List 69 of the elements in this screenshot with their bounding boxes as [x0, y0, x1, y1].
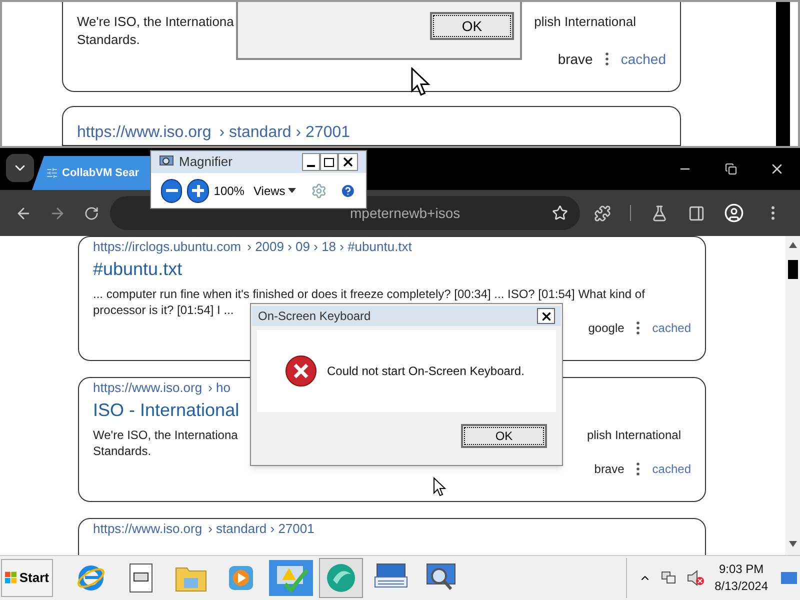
- more-options-icon[interactable]: [636, 462, 640, 476]
- close-icon: [540, 310, 552, 322]
- result-snippet: Standards.: [77, 31, 140, 49]
- result-source: google: [588, 320, 624, 336]
- result-breadcrumb: › 2009 › 09 › 18 › #ubuntu.txt: [247, 239, 412, 255]
- result-url[interactable]: https://www.iso.org: [93, 380, 202, 396]
- tab-favicon-icon: [46, 167, 58, 179]
- result-url[interactable]: https://www.iso.org: [93, 521, 202, 537]
- orb-icon: [325, 562, 357, 594]
- result-snippet: ... computer run fine when it's finished or does it freeze completely? [00:34] ... ISO? [01:54] What kind of: [93, 286, 645, 302]
- volume-muted-icon[interactable]: [686, 570, 705, 586]
- result-snippet: plish International: [586, 427, 681, 443]
- browser-e-icon: [76, 563, 106, 593]
- mouse-pointer-icon: [410, 67, 432, 97]
- result-snippet: processor is it? [01:54] I ...: [93, 302, 234, 318]
- warning-checkmark-icon: [269, 560, 313, 596]
- browser-tab[interactable]: CollabVM Sear: [32, 156, 150, 190]
- dialog-title: On-Screen Keyboard: [258, 308, 371, 325]
- caret-icon: [288, 188, 296, 193]
- cached-link[interactable]: cached: [620, 50, 666, 68]
- scroll-down-icon[interactable]: [788, 541, 796, 547]
- more-options-icon[interactable]: [636, 321, 640, 335]
- profile-icon[interactable]: [724, 203, 744, 223]
- ok-button[interactable]: OK: [461, 424, 547, 448]
- result-url[interactable]: https://irclogs.ubuntu.com: [93, 239, 242, 255]
- side-panel-icon[interactable]: [688, 204, 705, 222]
- close-button[interactable]: [537, 308, 555, 324]
- cached-link[interactable]: cached: [652, 320, 691, 336]
- clock-date: 8/13/2024: [714, 578, 768, 595]
- result-title[interactable]: #ubuntu.txt: [93, 256, 691, 282]
- tab-search-button[interactable]: [6, 154, 34, 182]
- error-icon: [285, 355, 317, 387]
- result-snippet: plish International: [534, 13, 636, 31]
- window-title: Magnifier: [179, 153, 232, 172]
- document-window-icon: [128, 563, 154, 593]
- close-icon: [341, 155, 355, 169]
- result-snippet: We're ISO, the Internationa: [77, 13, 234, 31]
- result-breadcrumb: › standard › 27001: [219, 124, 350, 141]
- scrollbar-thumb[interactable]: [788, 260, 798, 279]
- mouse-pointer-icon: [433, 477, 447, 497]
- result-source: brave: [558, 50, 593, 68]
- zoom-in-button[interactable]: [187, 178, 209, 202]
- result-snippet: We're ISO, the Internationa: [93, 427, 238, 443]
- result-url[interactable]: https://www.iso.org: [77, 124, 212, 141]
- maximize-button[interactable]: [320, 153, 338, 171]
- result-breadcrumb: › ho: [208, 380, 231, 396]
- magnifier-monitor-icon: [424, 563, 458, 593]
- result-breadcrumb: › standard › 27001: [208, 521, 314, 537]
- play-icon: [227, 564, 255, 592]
- clock-time: 9:03 PM: [718, 561, 764, 578]
- network-icon[interactable]: [660, 570, 677, 586]
- extensions-icon[interactable]: [594, 204, 611, 222]
- windows-flag-icon: [5, 571, 18, 585]
- result-snippet: Standards.: [93, 443, 152, 459]
- scroll-up-icon[interactable]: [788, 242, 796, 248]
- start-button[interactable]: Start: [1, 559, 53, 597]
- dialog-message: Could not start On-Screen Keyboard.: [327, 363, 524, 380]
- ok-button[interactable]: OK: [430, 12, 514, 40]
- close-button[interactable]: [338, 153, 358, 171]
- zoom-out-button[interactable]: [161, 178, 182, 202]
- result-source: brave: [594, 461, 624, 477]
- bookmark-star-icon[interactable]: [552, 205, 568, 221]
- restore-icon: [725, 163, 737, 175]
- address-text: mpeternewb+isos: [350, 204, 460, 223]
- reload-icon: [84, 206, 98, 220]
- flask-icon[interactable]: [651, 204, 668, 222]
- more-options-icon[interactable]: [604, 52, 609, 66]
- minimize-button[interactable]: [302, 153, 320, 171]
- cached-link[interactable]: cached: [652, 461, 691, 477]
